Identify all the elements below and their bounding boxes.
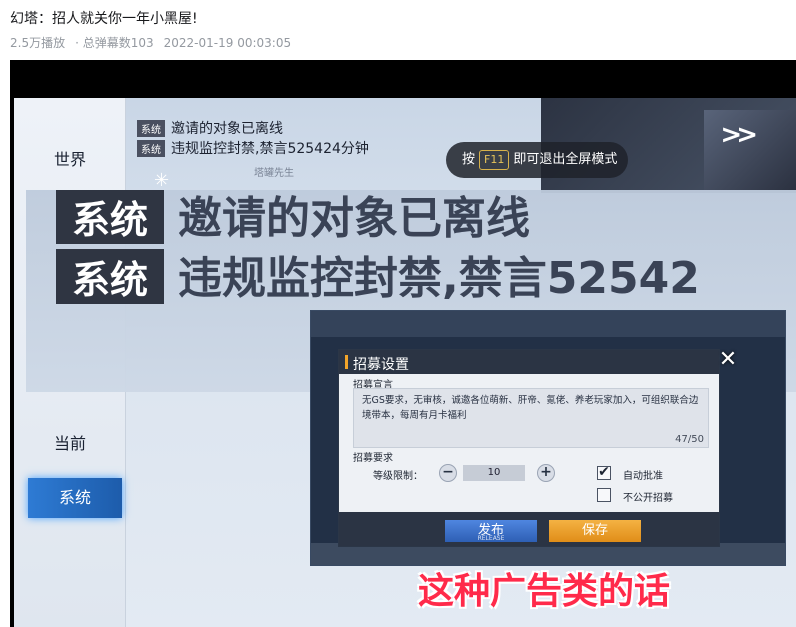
close-icon[interactable]: ✕ <box>715 347 741 373</box>
chat-text: 违规监控封禁,禁言525424分钟 <box>171 141 369 157</box>
save-label: 保存 <box>581 523 608 538</box>
chat-line: 系统 邀请的对象已离线 <box>137 118 283 138</box>
chevron-right-icon[interactable]: >> <box>720 120 757 150</box>
fullscreen-hint-prefix: 按 <box>462 152 476 167</box>
not-public-checkbox[interactable] <box>597 488 611 502</box>
publish-date: 2022-01-19 00:03:05 <box>163 36 292 50</box>
declaration-text: 无GS要求，无审核，诚邀各位萌新、肝帝、氪佬、养老玩家加入，可组织联合边境带本，… <box>362 395 699 421</box>
level-decrease-button[interactable]: − <box>439 464 457 482</box>
system-tag: 系统 <box>56 190 165 244</box>
system-tag: 系统 <box>56 249 165 304</box>
tab-system[interactable]: 系统 <box>28 478 122 518</box>
video-subtitle: 这种广告类的话 <box>418 571 671 612</box>
level-increase-button[interactable]: + <box>537 464 555 482</box>
release-button[interactable]: 发布 RELEASE <box>445 520 537 542</box>
video-player[interactable]: >> 世界 当前 系统 系统 邀请的对象已离线 系统 违规监控封禁,禁言525424… <box>10 60 796 627</box>
dialog-title: 招募设置 <box>353 357 409 373</box>
level-limit-label: 等级限制： <box>373 471 423 482</box>
dialog-footer: 发布 RELEASE 保存 <box>339 512 719 546</box>
char-count: 47/50 <box>675 434 704 445</box>
chat-line: 系统 违规监控封禁,禁言525424分钟 <box>137 138 369 158</box>
auto-approve-checkbox[interactable]: ✔ <box>597 465 611 480</box>
play-count: 2.5万播放 <box>10 36 66 50</box>
sparkle-icon: ✳ <box>154 170 170 191</box>
dialog-header: 招募设置 <box>339 350 719 374</box>
title-accent <box>345 355 348 369</box>
player-name: 塔罐先生 <box>254 168 294 179</box>
tab-world[interactable]: 世界 <box>14 146 126 170</box>
zoomed-chat-text: 邀请的对象已离线 <box>178 193 531 244</box>
requirements-label: 招募要求 <box>353 453 393 464</box>
fullscreen-hint: 按 F11 即可退出全屏模式 <box>446 142 628 178</box>
declaration-input[interactable]: 无GS要求，无审核，诚邀各位萌新、肝帝、氪佬、养老玩家加入，可组织联合边境带本，… <box>353 388 709 448</box>
tab-current[interactable]: 当前 <box>14 430 126 454</box>
zoomed-chat-line: 系统 违规监控封禁,禁言52542 <box>56 242 700 306</box>
not-public-label: 不公开招募 <box>623 493 673 504</box>
system-tag: 系统 <box>137 120 165 137</box>
zoomed-chat-line: 系统 邀请的对象已离线 <box>56 190 530 246</box>
save-button[interactable]: 保存 <box>549 520 641 542</box>
f11-key: F11 <box>479 150 510 170</box>
fullscreen-hint-suffix: 即可退出全屏模式 <box>513 152 618 167</box>
zoomed-chat-text: 违规监控封禁,禁言52542 <box>178 253 700 304</box>
chat-text: 邀请的对象已离线 <box>171 121 283 137</box>
guild-window-header <box>311 311 785 337</box>
page-header: 幻塔：招人就关你一年小黑屋! 2.5万播放 · 总弹幕数103 2022-01-19… <box>0 0 796 58</box>
danmaku-count: · 总弹幕数103 <box>75 36 154 50</box>
release-sub-label: RELEASE <box>477 535 505 542</box>
video-title: 幻塔：招人就关你一年小黑屋! <box>10 11 198 27</box>
system-tag: 系统 <box>137 140 165 157</box>
recruit-settings-dialog: 招募设置 ✕ 招募宣言 无GS要求，无审核，诚邀各位萌新、肝帝、氪佬、养老玩家加… <box>338 347 737 547</box>
auto-approve-label: 自动批准 <box>623 471 663 482</box>
video-meta: 2.5万播放 · 总弹幕数103 2022-01-19 00:03:05 <box>10 34 301 51</box>
level-value[interactable]: 10 <box>463 465 525 481</box>
